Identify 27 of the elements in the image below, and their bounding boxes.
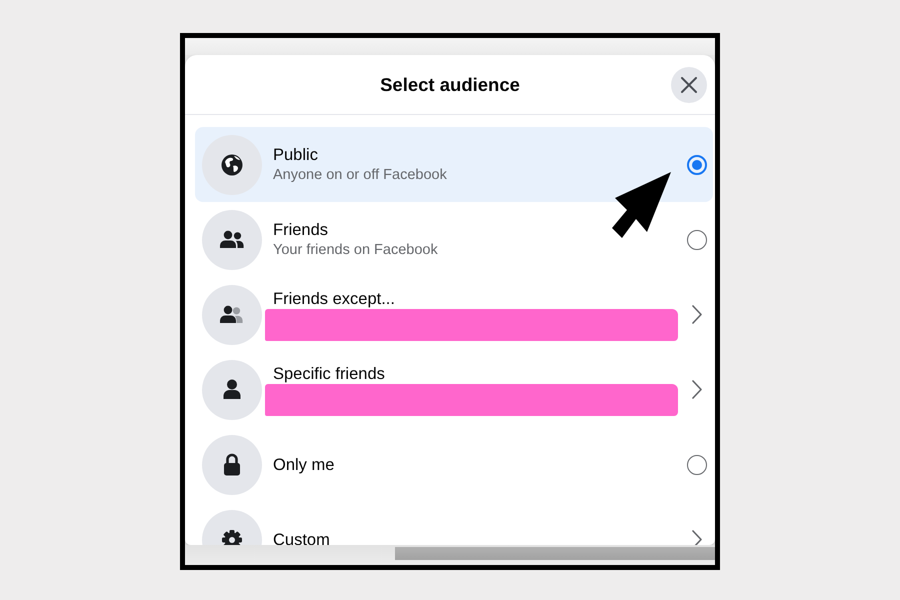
option-title: Public <box>273 144 318 164</box>
option-title: Friends <box>273 220 328 240</box>
person-icon <box>202 360 262 420</box>
globe-icon <box>202 134 262 194</box>
option-description: Anyone on or off Facebook <box>273 166 447 184</box>
chevron-right-icon <box>692 530 702 545</box>
chevron-right-icon <box>692 380 702 399</box>
audience-option[interactable]: Specific friends <box>195 352 713 427</box>
option-title: Specific friends <box>273 364 385 384</box>
dialog-title: Select audience <box>380 72 520 96</box>
audience-option[interactable]: Only me <box>195 427 713 502</box>
radio-button[interactable] <box>687 154 707 174</box>
audience-option[interactable]: Friends except... <box>195 277 713 352</box>
audience-option[interactable]: Friends Your friends on Facebook <box>195 202 713 277</box>
people-icon <box>202 284 262 344</box>
option-title: Custom <box>273 530 330 545</box>
two-people-icon <box>202 210 262 270</box>
option-title: Friends except... <box>273 288 395 308</box>
chevron-right-icon <box>692 305 702 324</box>
close-icon <box>681 77 697 93</box>
radio-button[interactable] <box>687 454 707 474</box>
option-description: Your friends on Facebook <box>273 240 438 260</box>
radio-button[interactable] <box>687 230 707 250</box>
close-button[interactable] <box>671 67 707 103</box>
audience-option[interactable]: Public Anyone on or off Facebook <box>195 127 713 202</box>
option-title: Only me <box>273 454 334 474</box>
lock-icon <box>202 434 262 494</box>
